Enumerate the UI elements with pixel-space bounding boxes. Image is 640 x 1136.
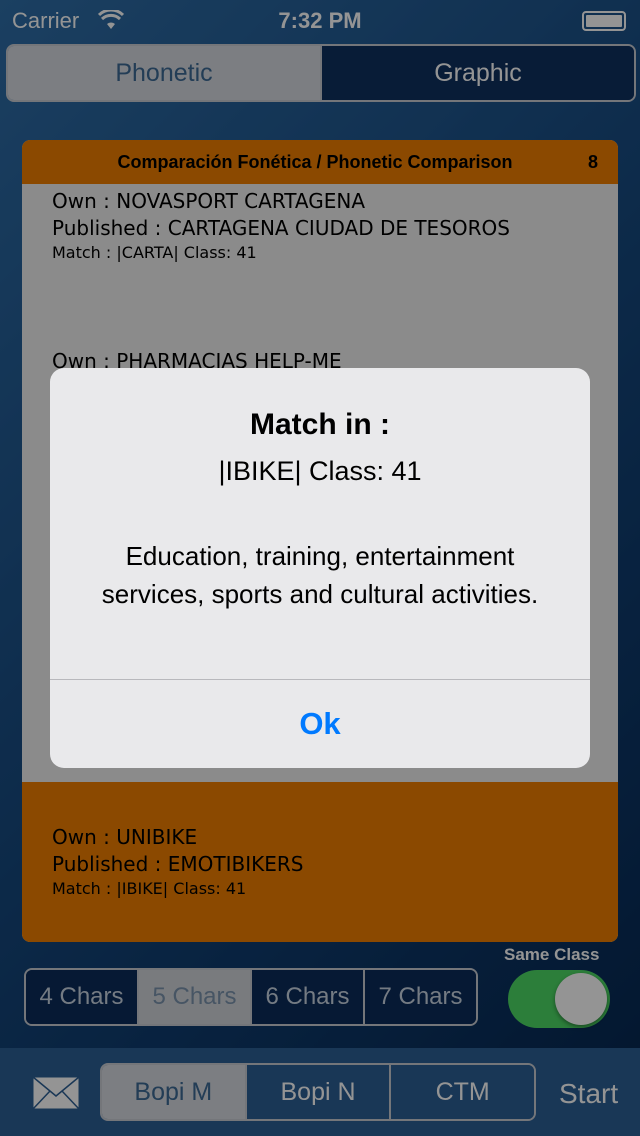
ok-button[interactable]: Ok	[50, 680, 590, 768]
match-alert: Match in : |IBIKE| Class: 41 Education, …	[50, 368, 590, 768]
alert-title: Match in :	[250, 408, 390, 441]
alert-subtitle: |IBIKE| Class: 41	[218, 456, 422, 486]
alert-message: Education, training, entertainment servi…	[101, 541, 539, 609]
